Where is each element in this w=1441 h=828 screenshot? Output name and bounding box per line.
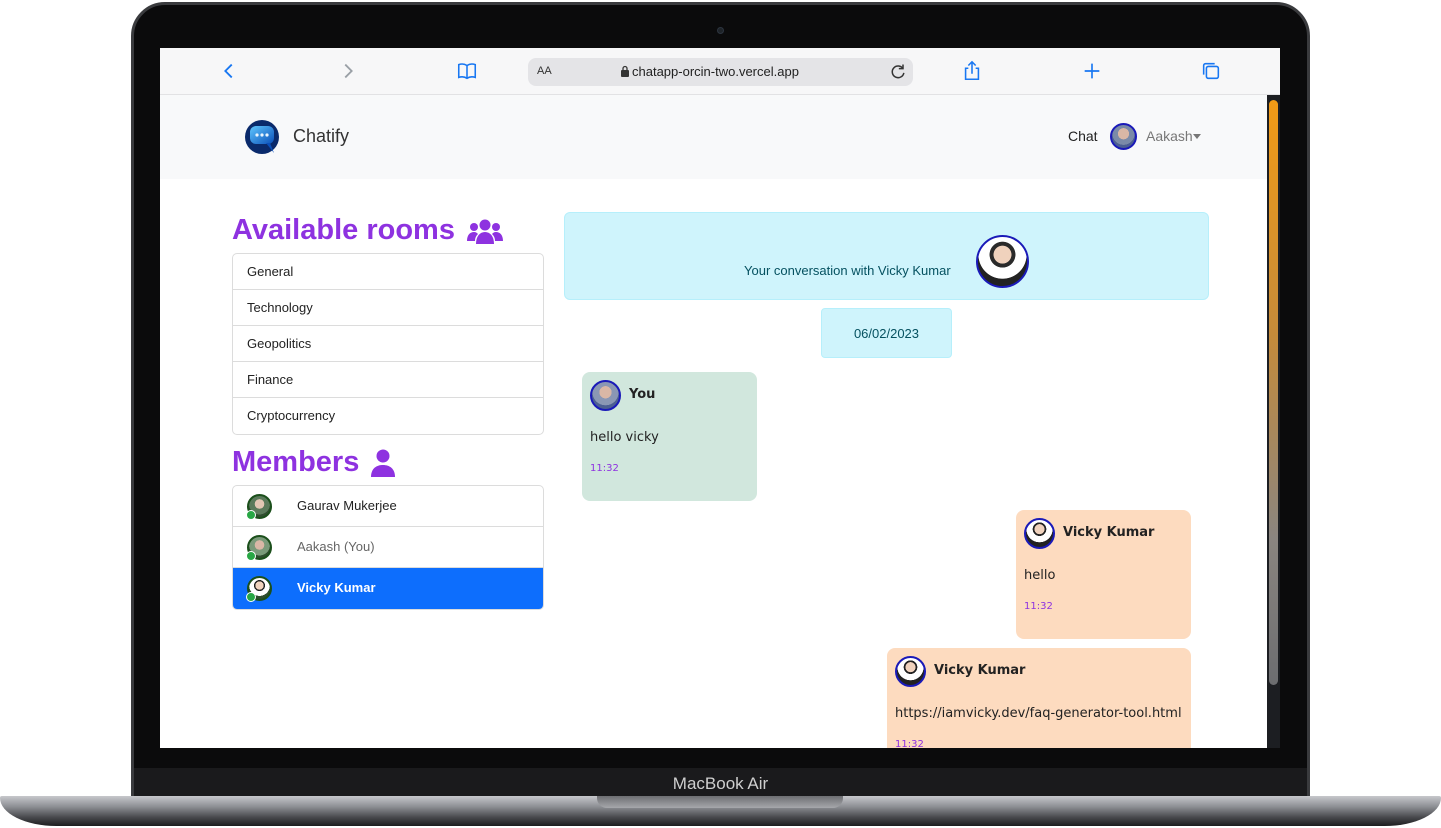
chevron-right-icon: [344, 63, 353, 79]
conversation-title: Your conversation with Vicky Kumar: [744, 263, 951, 278]
browser-toolbar: AA chatapp-orcin-two.vercel.app: [160, 48, 1280, 95]
laptop-notch: [597, 796, 843, 808]
contact-avatar: [976, 235, 1029, 288]
bookmarks-button[interactable]: [453, 58, 481, 84]
date-badge: 06/02/2023: [821, 308, 952, 358]
brand-name[interactable]: Chatify: [293, 126, 349, 147]
nav-chat-link[interactable]: Chat: [1068, 128, 1098, 144]
message-time: 11:32: [590, 463, 619, 474]
message-link[interactable]: https://iamvicky.dev/faq-generator-tool.…: [895, 706, 1182, 721]
laptop-frame: MacBook Air AA chatapp-orcin-two.vercel.…: [0, 0, 1441, 828]
rooms-heading-text: Available rooms: [232, 214, 455, 246]
book-icon: [457, 63, 477, 80]
message-sender: Vicky Kumar: [934, 663, 1026, 678]
message-sender: Vicky Kumar: [1063, 525, 1155, 540]
tabs-button[interactable]: [1197, 58, 1225, 84]
screen: AA chatapp-orcin-two.vercel.app Chatify …: [160, 48, 1280, 748]
address-bar[interactable]: AA chatapp-orcin-two.vercel.app: [528, 58, 913, 86]
plus-icon: [1084, 63, 1100, 79]
member-item-active[interactable]: Vicky Kumar: [233, 568, 543, 609]
member-item[interactable]: Aakash (You): [233, 527, 543, 568]
user-menu-toggle[interactable]: Aakash: [1146, 128, 1193, 144]
caret-down-icon[interactable]: [1193, 134, 1201, 139]
scrollbar-thumb[interactable]: [1269, 100, 1278, 685]
message-text: hello vicky: [590, 430, 659, 445]
message-text: hello: [1024, 568, 1056, 583]
room-item-finance[interactable]: Finance: [233, 362, 543, 398]
chevron-left-icon: [224, 63, 233, 79]
user-avatar[interactable]: [1110, 123, 1137, 150]
message-time: 11:32: [895, 739, 924, 748]
user-icon: [371, 449, 396, 477]
conversation-header: Your conversation with Vicky Kumar: [564, 212, 1209, 300]
online-status-dot: [246, 551, 256, 561]
new-tab-button[interactable]: [1078, 58, 1106, 84]
avatar: [1024, 518, 1055, 549]
tabs-icon: [1202, 62, 1220, 80]
member-name: Vicky Kumar: [297, 580, 376, 595]
online-status-dot: [246, 592, 256, 602]
room-item-general[interactable]: General: [233, 254, 543, 290]
online-status-dot: [246, 510, 256, 520]
message-bubble: Vicky Kumar https://iamvicky.dev/faq-gen…: [887, 648, 1191, 748]
members-list: Gaurav Mukerjee Aakash (You) Vicky Kumar: [232, 485, 544, 610]
message-sender: You: [629, 387, 656, 402]
users-group-icon: [466, 219, 503, 244]
member-item[interactable]: Gaurav Mukerjee: [233, 486, 543, 527]
avatar: [895, 656, 926, 687]
avatar: [590, 380, 621, 411]
web-page: Chatify Chat Aakash Available rooms Gene…: [160, 95, 1267, 748]
room-item-technology[interactable]: Technology: [233, 290, 543, 326]
text-size-button[interactable]: AA: [537, 65, 552, 77]
back-button[interactable]: [215, 58, 243, 84]
lock-icon: [621, 65, 629, 77]
camera-icon: [717, 27, 724, 34]
message-bubble: You hello vicky 11:32: [582, 372, 757, 501]
chat-logo-icon[interactable]: [244, 119, 280, 157]
share-icon: [964, 60, 980, 81]
members-heading: Members: [232, 446, 396, 479]
members-heading-text: Members: [232, 446, 360, 478]
member-name: Gaurav Mukerjee: [297, 498, 397, 513]
forward-button[interactable]: [334, 58, 362, 84]
rooms-list: General Technology Geopolitics Finance C…: [232, 253, 544, 435]
share-button[interactable]: [958, 58, 986, 84]
room-item-cryptocurrency[interactable]: Cryptocurrency: [233, 398, 543, 434]
room-item-geopolitics[interactable]: Geopolitics: [233, 326, 543, 362]
device-label: MacBook Air: [134, 768, 1307, 798]
reload-icon[interactable]: [888, 62, 908, 82]
rooms-heading: Available rooms: [232, 214, 503, 247]
member-name: Aakash (You): [297, 539, 375, 554]
message-bubble: Vicky Kumar hello 11:32: [1016, 510, 1191, 639]
url-text: chatapp-orcin-two.vercel.app: [632, 64, 799, 79]
message-time: 11:32: [1024, 601, 1053, 612]
app-navbar: Chatify Chat Aakash: [160, 95, 1267, 179]
